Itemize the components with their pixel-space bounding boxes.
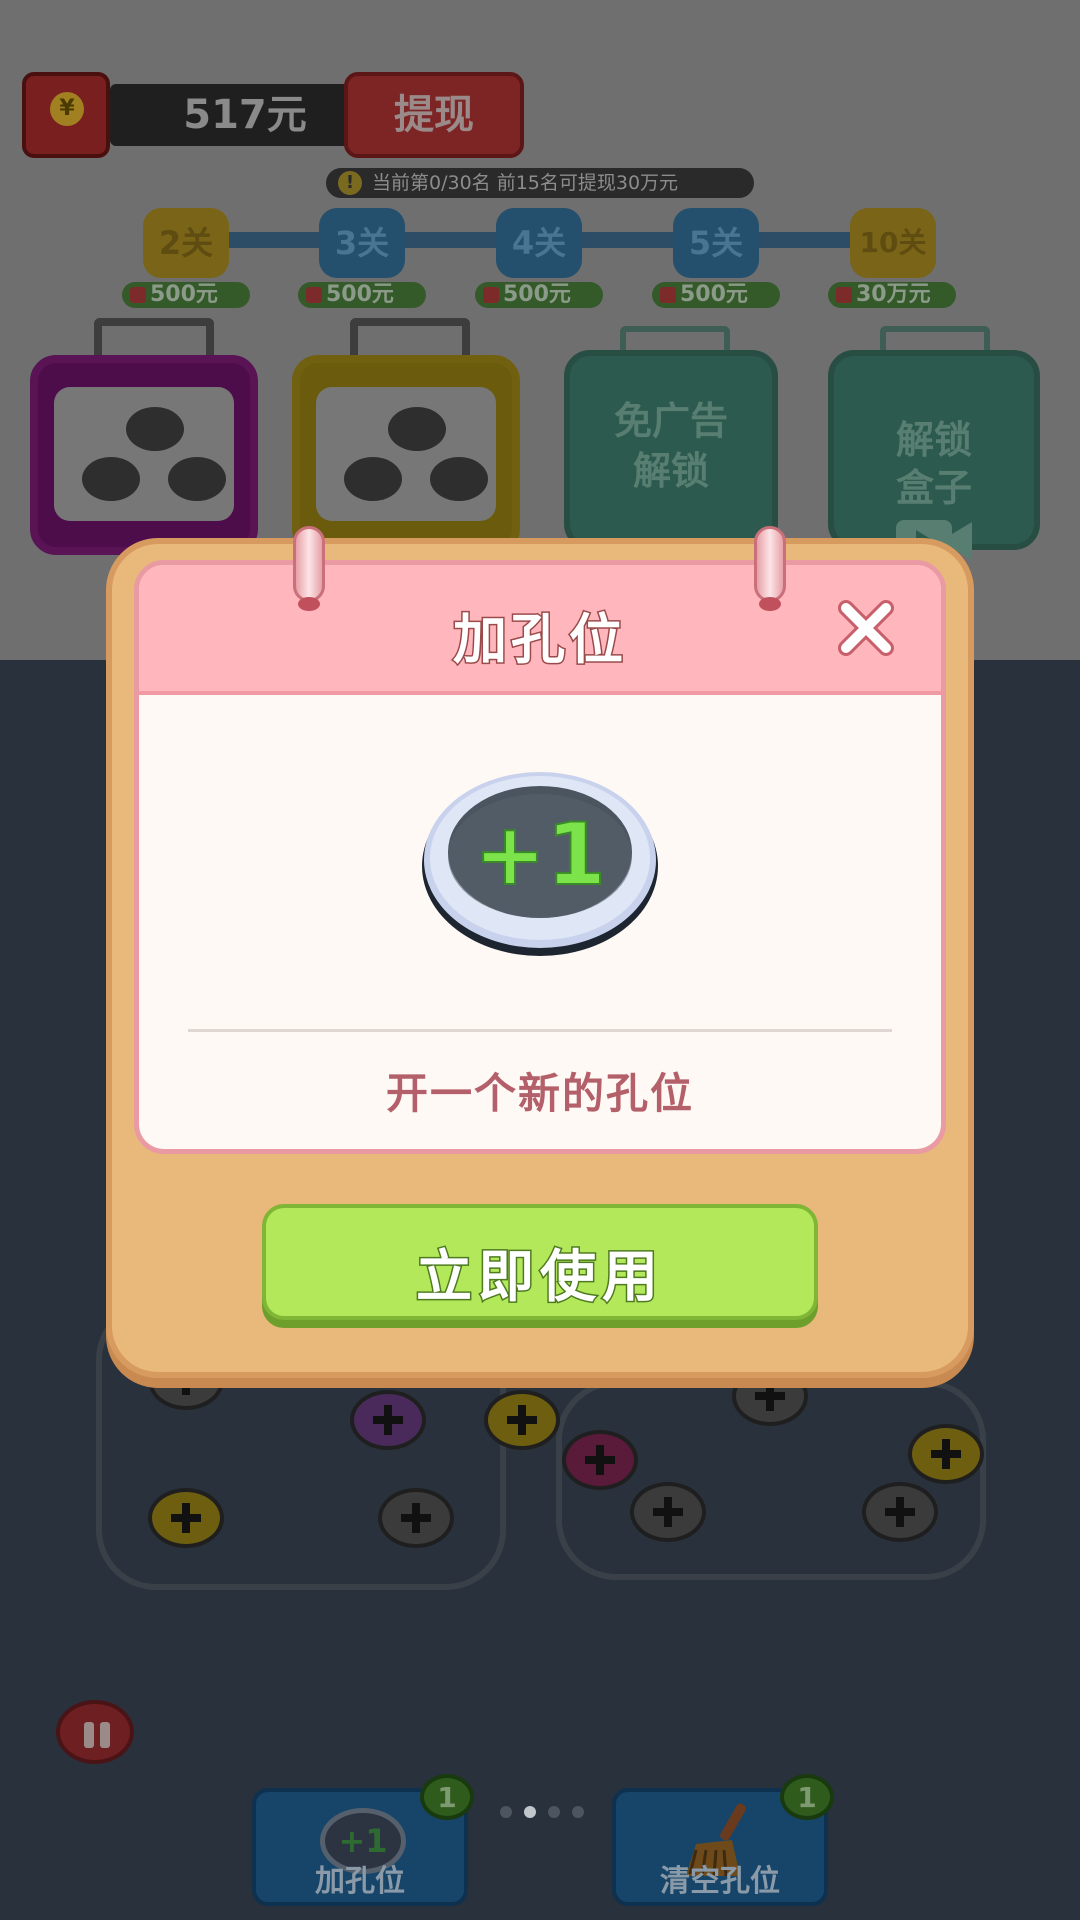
- empty-slot: [82, 457, 140, 501]
- box-slots: [54, 387, 234, 521]
- tool-label: 清空孔位: [660, 1864, 780, 1899]
- binder-ring-icon: [293, 526, 325, 611]
- empty-slot: [344, 457, 402, 501]
- dialog-title: 加孔位: [452, 607, 627, 673]
- screw[interactable]: [350, 1390, 426, 1450]
- screw[interactable]: [562, 1430, 638, 1490]
- level-node-3: 3关: [319, 208, 405, 278]
- money-bar: ¥ 517元 提现: [22, 72, 524, 158]
- reward-text: 500元: [680, 282, 748, 307]
- use-now-button[interactable]: 立即使用: [262, 1204, 818, 1320]
- tool-label: 加孔位: [315, 1864, 405, 1899]
- screw-box-magenta[interactable]: [30, 355, 258, 555]
- reward-text: 500元: [150, 282, 218, 307]
- level-node-10: 10关: [850, 208, 936, 278]
- no-ad-unlock-box[interactable]: 免广告 解锁: [564, 350, 778, 550]
- red-envelope-icon: [130, 287, 146, 303]
- page-dot: [500, 1806, 512, 1818]
- screw[interactable]: [630, 1482, 706, 1542]
- screw[interactable]: [378, 1488, 454, 1548]
- binder-ring-icon: [754, 526, 786, 611]
- screw[interactable]: [148, 1488, 224, 1548]
- level-reward: 500元: [122, 282, 250, 308]
- plus-one-text: +1: [474, 805, 606, 905]
- empty-slot: [430, 457, 488, 501]
- red-envelope-icon: [836, 287, 852, 303]
- tool-count-badge: 1: [420, 1774, 474, 1820]
- level-node-5: 5关: [673, 208, 759, 278]
- level-node-2: 2关: [143, 208, 229, 278]
- clear-holes-tool-button[interactable]: 清空孔位 1: [612, 1774, 834, 1906]
- level-reward: 30万元: [828, 282, 956, 308]
- withdraw-button[interactable]: 提现: [344, 72, 524, 158]
- page-dot: [572, 1806, 584, 1818]
- dialog-divider: [188, 1029, 892, 1032]
- empty-slot: [126, 407, 184, 451]
- page-indicator: [500, 1806, 590, 1820]
- pause-button[interactable]: [56, 1700, 134, 1764]
- dialog-header: 加孔位: [139, 565, 941, 695]
- level-reward: 500元: [475, 282, 603, 308]
- rank-text: 当前第0/30名 前15名可提现30万元: [372, 172, 679, 194]
- red-envelope-icon: [483, 287, 499, 303]
- box-handle: [94, 318, 214, 358]
- plus-one-hole-icon: +1: [422, 772, 658, 956]
- dialog-description: 开一个新的孔位: [385, 1069, 694, 1118]
- screw-box-yellow[interactable]: [292, 355, 520, 555]
- tool-count-badge: 1: [780, 1774, 834, 1820]
- red-envelope-icon: [306, 287, 322, 303]
- page-dot-active: [524, 1806, 536, 1818]
- yuan-coin-icon: ¥: [50, 92, 84, 126]
- screw[interactable]: [908, 1424, 984, 1484]
- screw[interactable]: [862, 1482, 938, 1542]
- reward-text: 30万元: [856, 282, 931, 307]
- empty-slot: [388, 407, 446, 451]
- unlock-box-ad[interactable]: 解锁 盒子: [828, 350, 1040, 562]
- rank-info: ! 当前第0/30名 前15名可提现30万元: [326, 168, 754, 198]
- page-dot: [548, 1806, 560, 1818]
- level-reward: 500元: [652, 282, 780, 308]
- money-amount: 517元: [110, 84, 380, 146]
- warning-icon: !: [338, 171, 362, 195]
- red-envelope-icon: [660, 287, 676, 303]
- close-button[interactable]: [834, 596, 898, 660]
- unlock-box-label: 解锁 盒子: [895, 418, 972, 510]
- add-hole-tool-button[interactable]: +1 加孔位 1: [252, 1774, 474, 1906]
- use-now-label: 立即使用: [415, 1244, 664, 1312]
- reward-text: 500元: [326, 282, 394, 307]
- screw[interactable]: [484, 1390, 560, 1450]
- level-reward: 500元: [298, 282, 426, 308]
- close-icon: [838, 600, 894, 656]
- box-handle: [350, 318, 470, 358]
- box-slots: [316, 387, 496, 521]
- red-envelope-icon: ¥: [22, 72, 110, 158]
- reward-text: 500元: [503, 282, 571, 307]
- level-node-4: 4关: [496, 208, 582, 278]
- empty-slot: [168, 457, 226, 501]
